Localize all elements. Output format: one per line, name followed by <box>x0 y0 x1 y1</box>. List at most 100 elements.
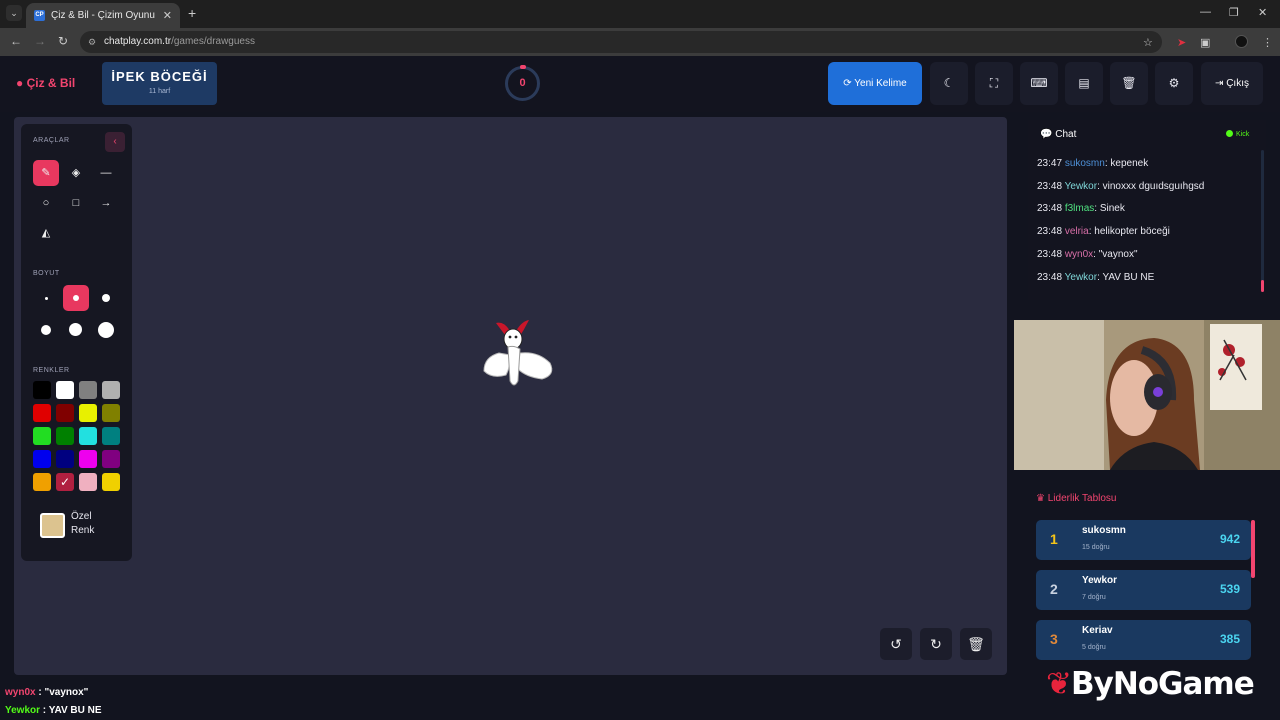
chat-time: 23:48 <box>1037 226 1063 238</box>
redo-icon: ↻ <box>930 636 942 652</box>
color-swatch[interactable] <box>33 404 51 422</box>
extensions-puzzle-icon[interactable]: ▣ <box>1200 36 1210 49</box>
tools-section-label: ARAÇLAR <box>33 137 70 144</box>
chat-time: 23:48 <box>1037 271 1063 283</box>
brand-text: ByNoGame <box>1070 666 1255 702</box>
circle-tool[interactable]: ○ <box>33 190 59 216</box>
chat-username[interactable]: wyn0x <box>1065 249 1093 260</box>
new-word-label: Yeni Kelime <box>854 78 907 89</box>
color-swatch[interactable] <box>79 404 97 422</box>
browser-tab[interactable]: CP Çiz & Bil - Çizim Oyunu ✕ <box>26 3 180 28</box>
line-tool[interactable]: — <box>93 160 119 186</box>
minimize-icon[interactable]: — <box>1200 6 1211 18</box>
color-swatch[interactable]: ✓ <box>56 473 74 491</box>
forward-icon[interactable]: → <box>34 34 46 48</box>
new-tab-icon[interactable]: + <box>188 5 196 21</box>
archive-button[interactable]: ▤ <box>1065 62 1103 105</box>
chat-username[interactable]: sukosmn <box>1065 158 1105 169</box>
leaderboard-scrollbar[interactable] <box>1251 520 1255 578</box>
color-swatch[interactable] <box>102 450 120 468</box>
webcam-video <box>1014 320 1280 470</box>
fill-tool[interactable]: ◭ <box>33 220 59 246</box>
arrow-right-icon: → <box>100 197 112 209</box>
color-swatch[interactable] <box>56 450 74 468</box>
url-field[interactable]: ⚙ chatplay.com.tr/games/drawguess <box>80 31 1162 53</box>
color-swatch[interactable] <box>33 427 51 445</box>
rectangle-tool[interactable]: □ <box>63 190 89 216</box>
app-logo[interactable]: ● Çiz & Bil <box>16 76 75 90</box>
browser-tab-bar: ⌄ CP Çiz & Bil - Çizim Oyunu ✕ + — ❐ ✕ <box>0 0 1280 28</box>
size-3-button[interactable] <box>93 285 119 311</box>
fullscreen-button[interactable]: ⛶ <box>975 62 1013 105</box>
overlay-message: : "vaynox" <box>35 687 89 698</box>
size-1-button[interactable] <box>33 285 59 311</box>
refresh-icon: ⟳ <box>843 78 855 89</box>
color-swatch[interactable] <box>79 473 97 491</box>
size-4-button[interactable] <box>33 317 59 343</box>
arrow-tool[interactable]: → <box>93 190 119 216</box>
color-swatch[interactable] <box>33 473 51 491</box>
undo-button[interactable]: ↺ <box>880 628 912 660</box>
eraser-tool[interactable]: ◈ <box>63 160 89 186</box>
chat-username[interactable]: velria <box>1065 226 1089 237</box>
size-6-button[interactable] <box>93 317 119 343</box>
bookmark-star-icon[interactable]: ☆ <box>1143 36 1153 49</box>
clear-button[interactable]: 🗑 <box>1110 62 1148 105</box>
leaderboard-rank: 2 <box>1050 581 1058 597</box>
chat-message: 23:48 f3lmas: Sinek <box>1037 203 1125 214</box>
leaderboard-score: 385 <box>1219 632 1240 646</box>
close-window-icon[interactable]: ✕ <box>1258 6 1267 19</box>
redo-button[interactable]: ↻ <box>920 628 952 660</box>
color-swatch[interactable] <box>79 381 97 399</box>
color-swatch[interactable] <box>102 473 120 491</box>
back-icon[interactable]: ← <box>10 34 22 48</box>
platform-status: Kick <box>1226 130 1249 138</box>
overlay-username: wyn0x <box>5 687 36 698</box>
color-swatch[interactable] <box>102 381 120 399</box>
leaderboard-rank: 1 <box>1050 531 1058 547</box>
undo-icon: ↺ <box>890 636 902 652</box>
color-swatch[interactable] <box>56 381 74 399</box>
chat-time: 23:47 <box>1037 158 1063 169</box>
color-swatch[interactable] <box>33 450 51 468</box>
chat-text: : vinoxxx dguıdsguıhgsd <box>1097 180 1205 192</box>
drawing-canvas[interactable] <box>14 117 1007 675</box>
color-swatch[interactable] <box>33 381 51 399</box>
restore-icon[interactable]: ❐ <box>1229 6 1239 19</box>
new-word-button[interactable]: ⟳ Yeni Kelime <box>828 62 922 105</box>
extension-icon[interactable]: ➤ <box>1177 36 1186 49</box>
custom-color-swatch[interactable] <box>40 513 65 538</box>
chat-username[interactable]: Yewkor <box>1065 181 1097 192</box>
current-word-box: İPEK BÖCEĞİ 11 harf <box>102 62 217 105</box>
profile-avatar[interactable] <box>1235 35 1248 48</box>
chat-username[interactable]: f3lmas <box>1065 203 1094 214</box>
current-word: İPEK BÖCEĞİ <box>111 69 208 84</box>
color-swatch[interactable] <box>79 427 97 445</box>
logout-icon: ⇥ <box>1215 78 1227 89</box>
dark-mode-button[interactable]: ☾ <box>930 62 968 105</box>
chat-bubbles-icon: 💬 <box>1040 129 1056 140</box>
brush-tool[interactable]: ✎ <box>33 160 59 186</box>
size-section-label: BOYUT <box>33 270 60 277</box>
color-swatch[interactable] <box>79 450 97 468</box>
clear-canvas-button[interactable]: 🗑 <box>960 628 992 660</box>
site-favicon-icon: CP <box>34 10 45 21</box>
size-2-button[interactable] <box>63 285 89 311</box>
settings-button[interactable]: ⚙ <box>1155 62 1193 105</box>
size-dot <box>69 323 82 336</box>
chat-username[interactable]: Yewkor <box>1065 272 1097 283</box>
keyboard-button[interactable]: ⌨ <box>1020 62 1058 105</box>
exit-button[interactable]: ⇥ Çıkış <box>1201 62 1263 105</box>
reload-icon[interactable]: ↻ <box>58 34 68 48</box>
color-swatch[interactable] <box>102 404 120 422</box>
color-swatch[interactable] <box>102 427 120 445</box>
color-swatch[interactable] <box>56 404 74 422</box>
tab-list-icon[interactable]: ⌄ <box>6 5 22 21</box>
chat-scrollbar[interactable] <box>1261 150 1264 292</box>
collapse-panel-button[interactable]: ‹ <box>105 132 125 152</box>
size-5-button[interactable] <box>63 317 89 343</box>
color-swatch[interactable] <box>56 427 74 445</box>
close-tab-icon[interactable]: ✕ <box>163 9 172 22</box>
site-info-icon[interactable]: ⚙ <box>88 31 96 53</box>
browser-menu-icon[interactable]: ⋮ <box>1262 36 1273 49</box>
